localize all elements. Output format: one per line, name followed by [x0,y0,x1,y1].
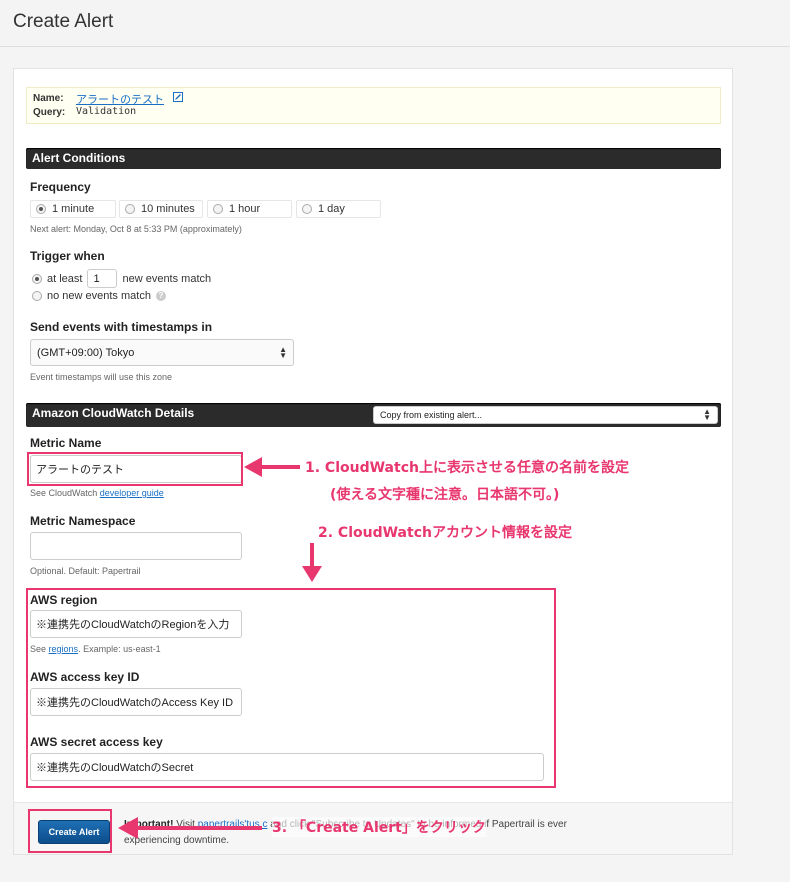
arrow-step2-icon [302,543,322,582]
annotation-step1-line1: 1. CloudWatch上に表示させる任意の名前を設定 [305,460,629,476]
annotation-step1-line2: (使える文字種に注意。日本語不可。) [330,487,560,503]
arrow-step1-icon [244,457,300,477]
annotation-step2: 2. CloudWatchアカウント情報を設定 [318,525,572,541]
annotation-step3: 3. 「Create Alert」をクリック [272,817,486,837]
annotation-arrows [118,457,322,839]
arrow-step3-icon [118,817,262,839]
